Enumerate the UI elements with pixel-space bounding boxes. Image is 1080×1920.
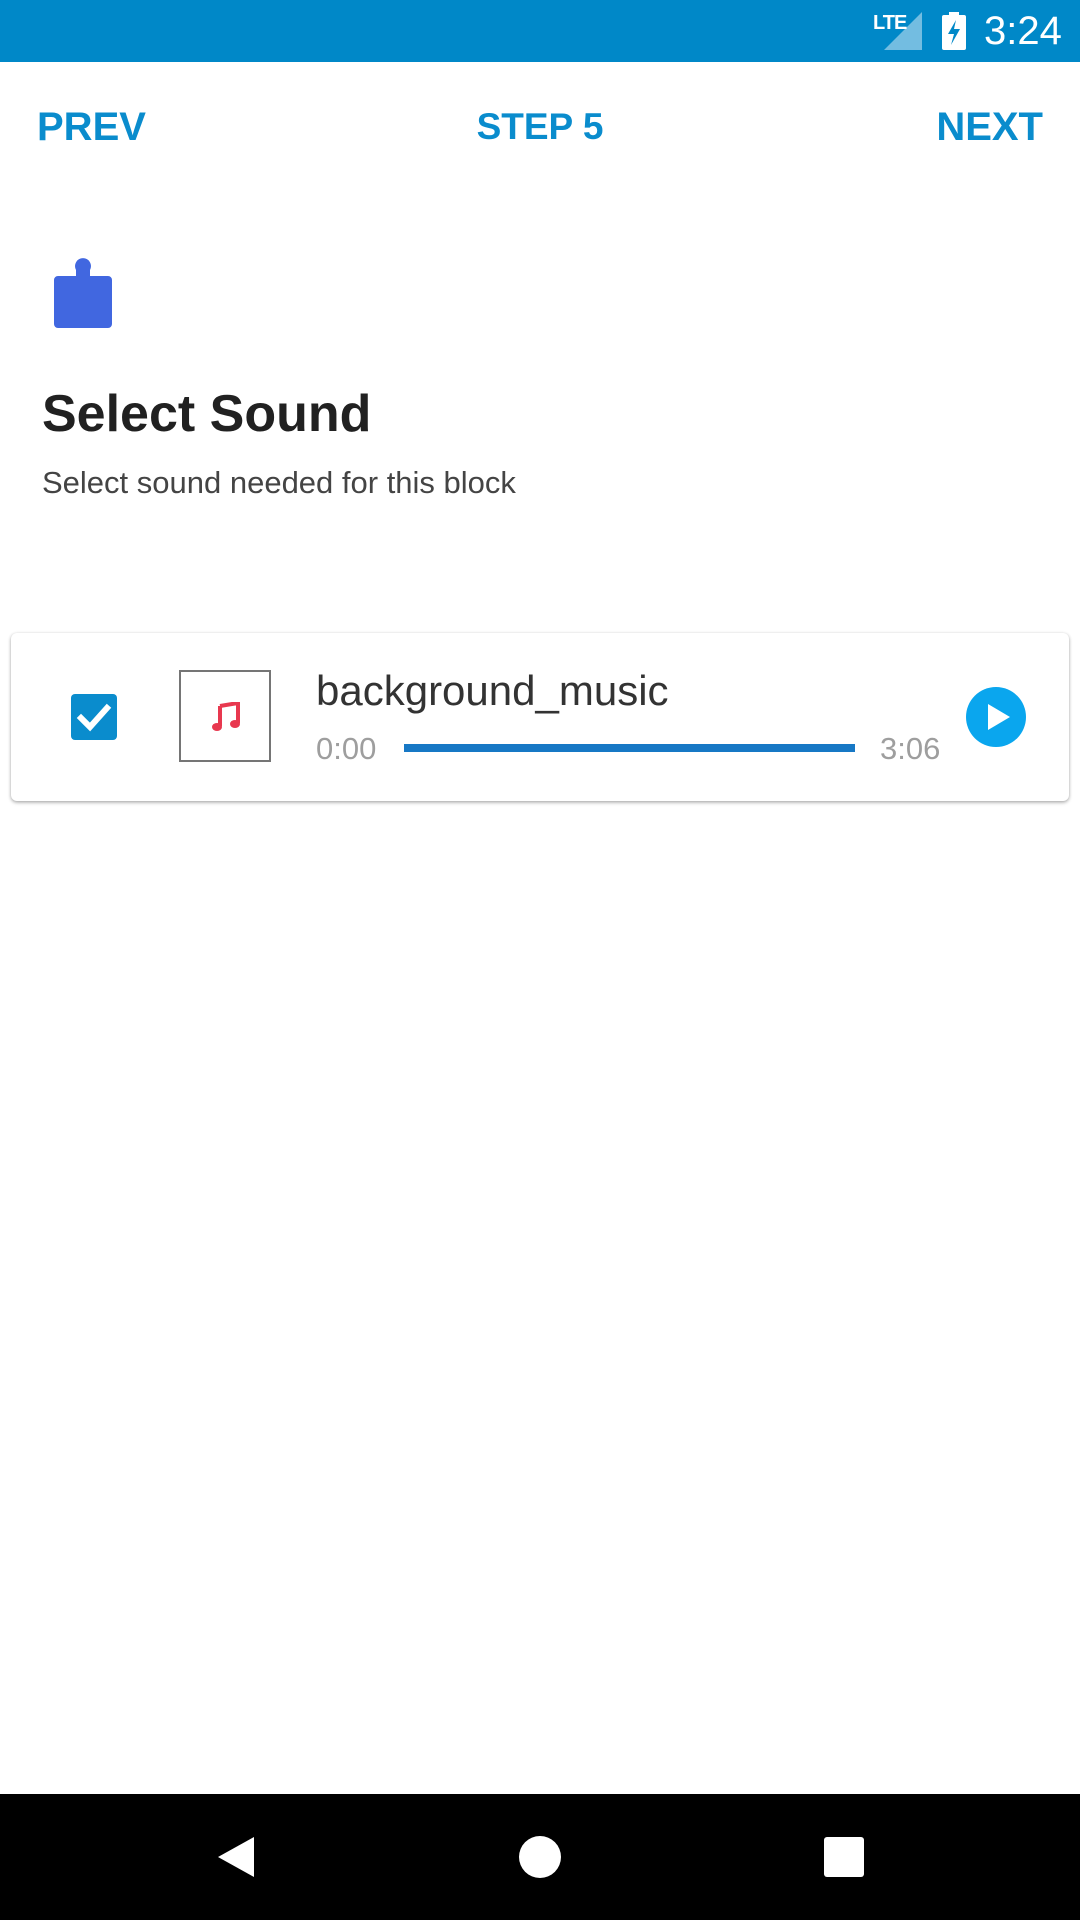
select-sound-screen: LTE 3:24 PREV STEP 5 NEXT Select Sound S… xyxy=(0,0,1080,1920)
recents-icon xyxy=(824,1837,864,1877)
step-indicator: STEP 5 xyxy=(476,106,604,147)
wizard-navigation: PREV STEP 5 NEXT xyxy=(0,62,1080,192)
puzzle-piece-icon xyxy=(54,258,112,328)
current-time: 0:00 xyxy=(316,731,377,766)
status-time: 3:24 xyxy=(984,9,1062,53)
sound-list-item[interactable]: background_music 0:00 3:06 xyxy=(11,633,1069,801)
playback-progress-fill xyxy=(404,744,855,752)
checkmark-icon xyxy=(76,703,112,732)
battery-charging-icon xyxy=(942,12,966,50)
back-button[interactable] xyxy=(166,1794,306,1920)
system-navigation-bar xyxy=(0,1794,1080,1920)
recents-button[interactable] xyxy=(774,1794,914,1920)
home-button[interactable] xyxy=(470,1794,610,1920)
sound-name: background_music xyxy=(316,667,669,714)
playback-progress-bar[interactable] xyxy=(404,744,855,752)
play-icon xyxy=(988,704,1010,730)
home-icon xyxy=(519,1836,561,1878)
play-button[interactable] xyxy=(966,687,1026,747)
sound-select-checkbox[interactable] xyxy=(71,694,117,740)
music-note-icon xyxy=(212,702,240,731)
signal-icon xyxy=(884,12,922,50)
sound-thumbnail xyxy=(179,670,271,762)
next-button[interactable]: NEXT xyxy=(936,102,1043,152)
duration: 3:06 xyxy=(880,731,941,766)
status-bar: LTE 3:24 xyxy=(0,0,1080,62)
back-icon xyxy=(218,1837,254,1877)
page-title: Select Sound xyxy=(42,385,372,443)
page-subtitle: Select sound needed for this block xyxy=(42,465,516,500)
